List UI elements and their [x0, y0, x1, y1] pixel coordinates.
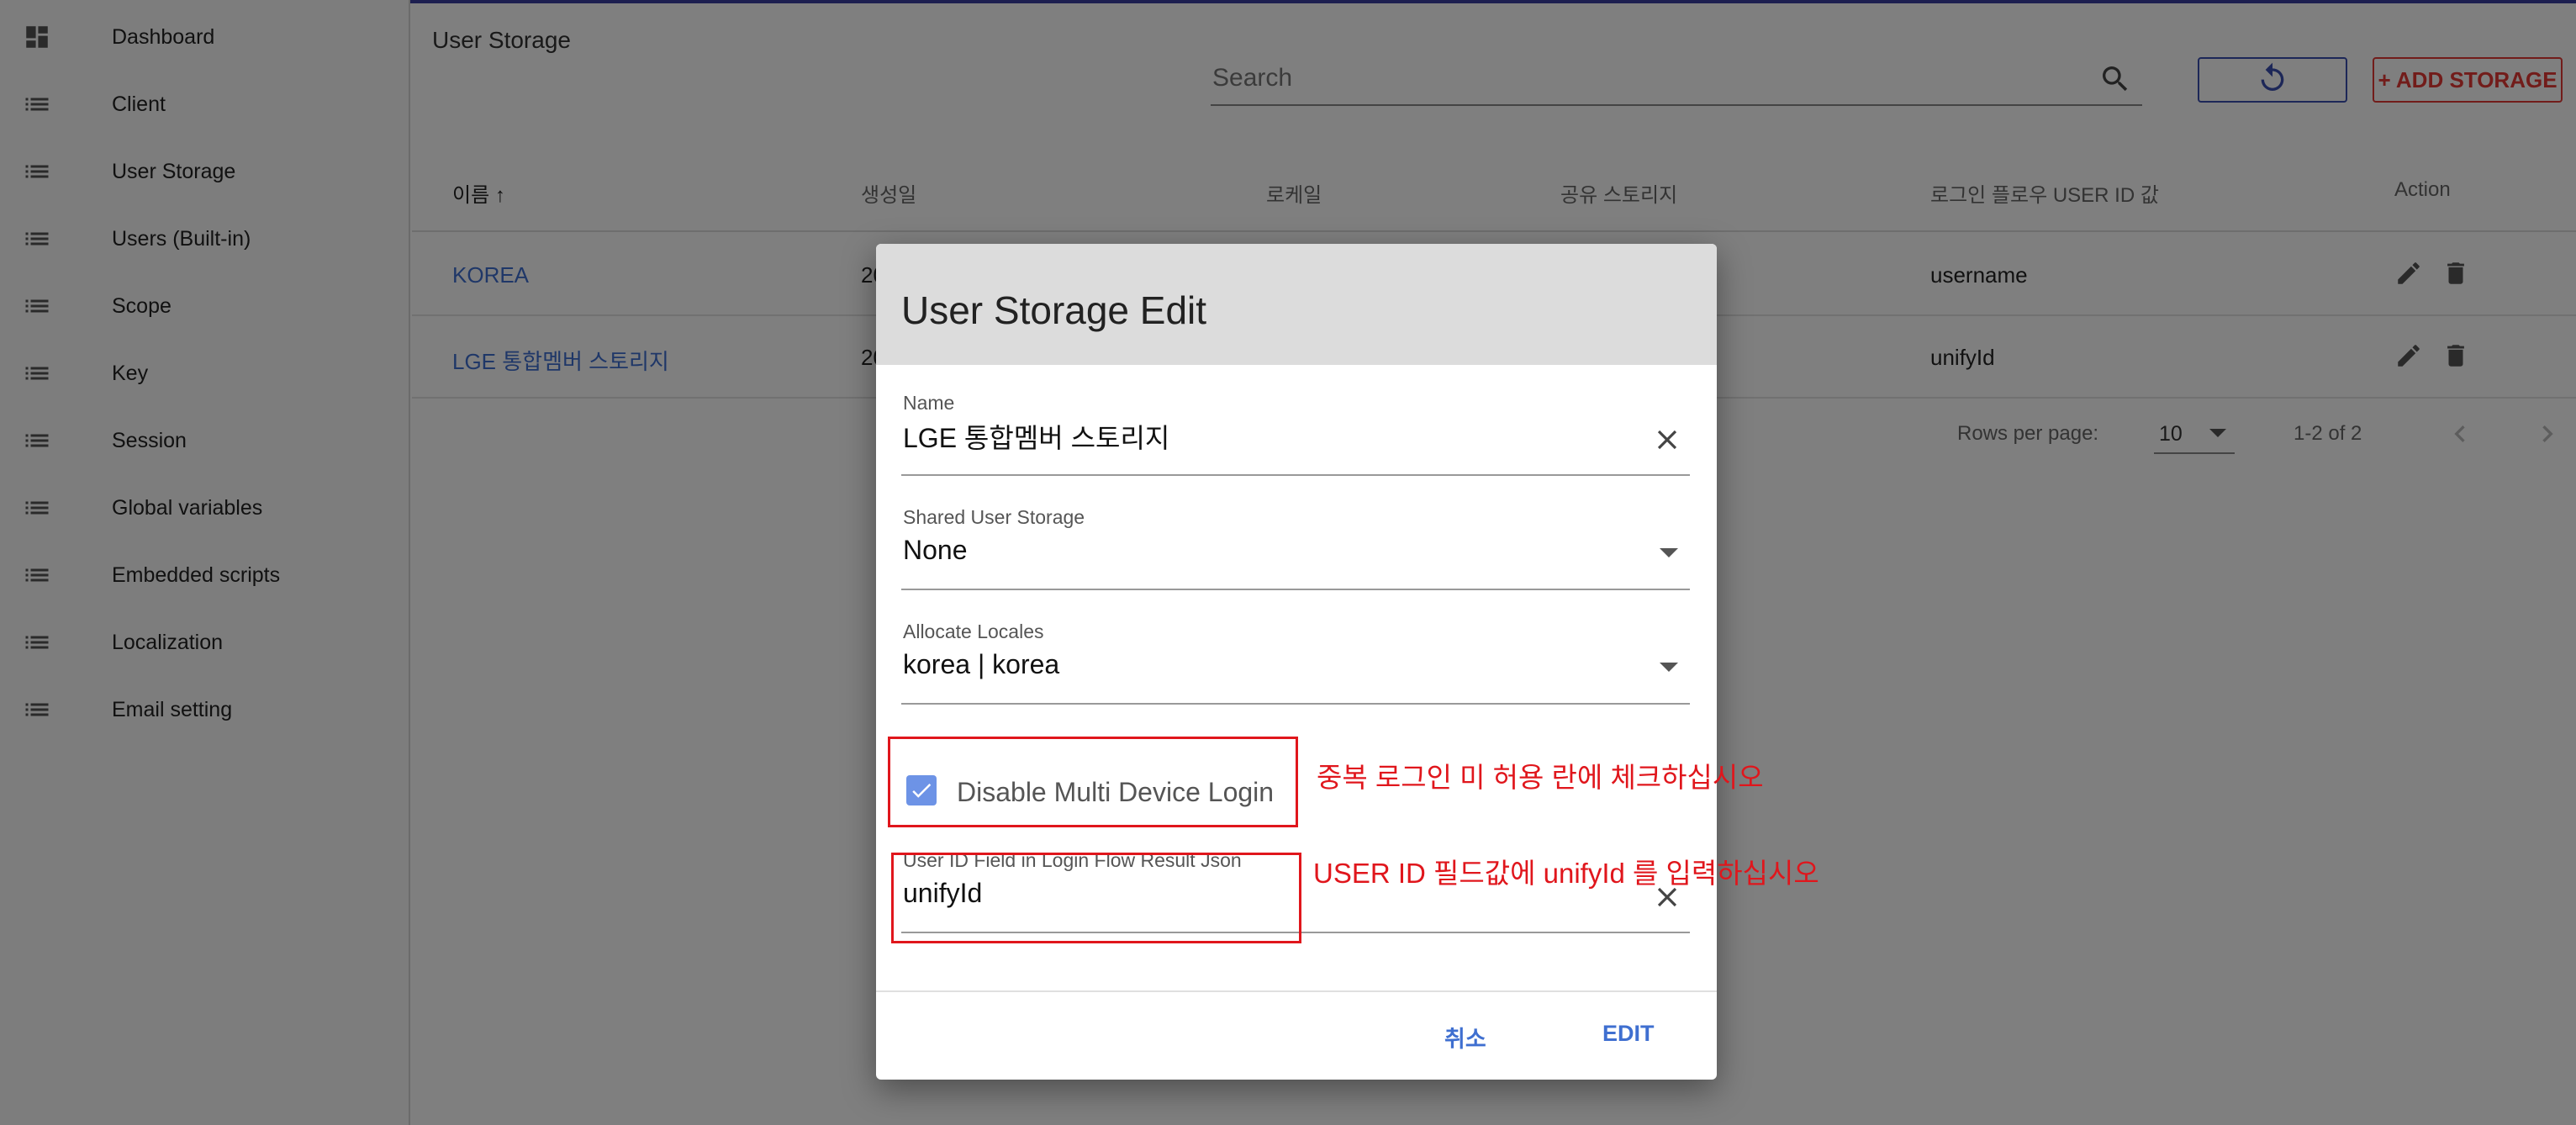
name-input[interactable]	[903, 420, 1626, 452]
shared-user-storage-label: Shared User Storage	[903, 506, 1085, 528]
cancel-button[interactable]: 취소	[1444, 1021, 1486, 1054]
dialog-header: User Storage Edit	[876, 244, 1717, 365]
edit-button[interactable]: EDIT	[1602, 1021, 1655, 1047]
allocate-locales-select[interactable]: Allocate Locales korea | korea	[901, 621, 1690, 705]
allocate-locales-label: Allocate Locales	[903, 621, 1044, 642]
shared-user-storage-select[interactable]: Shared User Storage None	[901, 506, 1690, 590]
dialog-title: User Storage Edit	[901, 288, 1207, 332]
name-field: Name	[901, 392, 1690, 476]
highlight-box-checkbox	[888, 737, 1298, 827]
highlight-box-user-id-field	[891, 853, 1301, 943]
chevron-down-icon[interactable]	[1660, 663, 1678, 672]
close-icon[interactable]	[1651, 424, 1683, 456]
user-storage-edit-dialog: User Storage Edit Name Shared User Stora…	[876, 244, 1717, 1080]
annotation-checkbox-note: 중복 로그인 미 허용 란에 체크하십시오	[1317, 762, 1764, 793]
chevron-down-icon[interactable]	[1660, 548, 1678, 557]
name-label: Name	[903, 392, 955, 414]
allocate-locales-value: korea | korea	[903, 649, 1060, 679]
annotation-field-note: USER ID 필드값에 unifyId 를 입력하십시오	[1313, 858, 1819, 889]
shared-user-storage-value: None	[903, 535, 968, 565]
dialog-actions: 취소 EDIT	[876, 990, 1717, 1080]
